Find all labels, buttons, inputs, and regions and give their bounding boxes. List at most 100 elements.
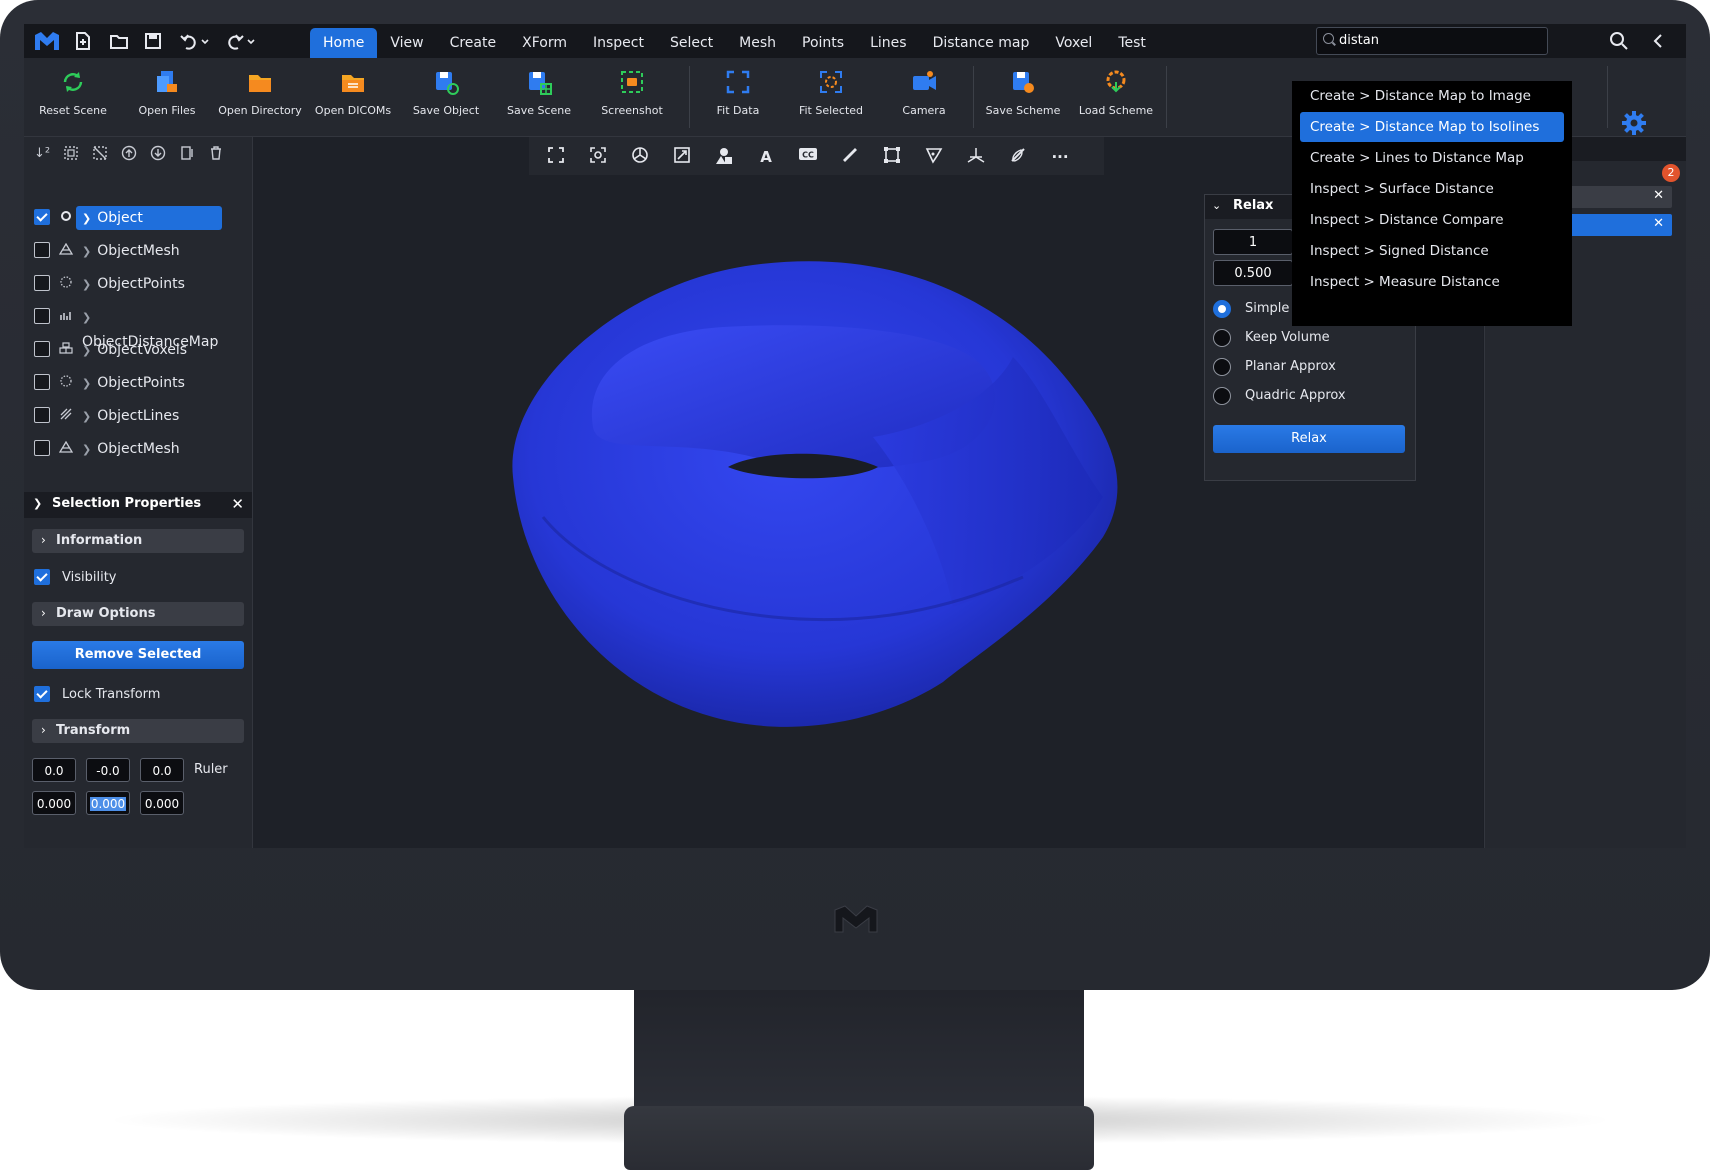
search-result-item[interactable]: Inspect > Surface Distance — [1300, 174, 1564, 204]
tree-item-label[interactable]: ❯ObjectDistanceMap — [76, 305, 222, 350]
iterations-field[interactable]: 1 — [1213, 229, 1293, 255]
save-object-button[interactable]: Save Object — [403, 64, 489, 130]
tree-item-label[interactable]: ❯ ObjectPoints — [76, 371, 222, 395]
translate-x-field[interactable]: 0.0 — [32, 758, 76, 782]
close-icon[interactable]: ✕ — [231, 495, 244, 513]
search-icon[interactable] — [1606, 28, 1632, 54]
tab-xform[interactable]: XForm — [509, 28, 580, 58]
expand-chevron-icon[interactable]: ❯ — [82, 245, 91, 258]
tree-item-label[interactable]: ❯ ObjectMesh — [76, 239, 222, 263]
expand-chevron-icon[interactable]: ❯ — [82, 344, 91, 357]
chevron-down-icon[interactable]: ⌄ — [1212, 199, 1221, 212]
tab-distance-map[interactable]: Distance map — [920, 28, 1043, 58]
translate-z-field[interactable]: 0.0 — [140, 758, 184, 782]
visibility-checkbox[interactable] — [34, 341, 50, 357]
search-result-item[interactable]: Create > Distance Map to Image — [1300, 81, 1564, 111]
screenshot-button[interactable]: Screenshot — [589, 64, 675, 130]
select-all-icon[interactable] — [62, 145, 80, 163]
search-field[interactable] — [1316, 27, 1548, 55]
open-folder-icon[interactable] — [108, 30, 130, 52]
scale-y-field[interactable]: 0.000 — [86, 791, 130, 815]
search-result-item[interactable]: Create > Lines to Distance Map — [1300, 143, 1564, 173]
fit-selection-icon[interactable] — [587, 146, 609, 168]
collapse-chevron-icon[interactable] — [1646, 28, 1672, 54]
tree-item-objectlines[interactable]: ❯ ObjectLines — [24, 403, 252, 429]
draw-options-section[interactable]: › Draw Options — [32, 602, 244, 626]
clipping-plane-icon[interactable] — [1007, 146, 1029, 168]
sort-icon[interactable]: ↓² — [33, 145, 51, 163]
option-planar-approx[interactable]: Planar Approx — [1213, 357, 1413, 379]
show-hide-icon[interactable] — [178, 145, 196, 163]
search-result-item[interactable]: Inspect > Measure Distance — [1300, 267, 1564, 297]
lock-transform-checkbox[interactable] — [34, 686, 50, 702]
load-scheme-button[interactable]: Load Scheme — [1073, 64, 1159, 130]
shapes-icon[interactable] — [713, 146, 735, 168]
trash-icon[interactable] — [207, 145, 225, 163]
tree-item-objectpoints[interactable]: ❯ ObjectPoints — [24, 271, 252, 297]
save-scheme-button[interactable]: Save Scheme — [980, 64, 1066, 130]
visibility-checkbox[interactable] — [34, 407, 50, 423]
tree-item-object[interactable]: ❯ Object — [24, 205, 252, 231]
search-input[interactable] — [1339, 31, 1539, 49]
expand-chevron-icon[interactable]: ❯ — [82, 278, 91, 291]
remove-selected-button[interactable]: Remove Selected — [32, 641, 244, 669]
move-down-icon[interactable] — [149, 145, 167, 163]
captions-icon[interactable]: CC — [797, 146, 819, 168]
relax-button[interactable]: Relax — [1213, 425, 1405, 453]
camera-button[interactable]: Camera — [881, 64, 967, 130]
tab-mesh[interactable]: Mesh — [726, 28, 789, 58]
fit-selected-button[interactable]: Fit Selected — [788, 64, 874, 130]
tree-item-label[interactable]: ❯ ObjectVoxels — [76, 338, 222, 362]
radio-button[interactable] — [1213, 329, 1231, 347]
tab-voxel[interactable]: Voxel — [1042, 28, 1105, 58]
fit-data-button[interactable]: Fit Data — [695, 64, 781, 130]
option-keep-volume[interactable]: Keep Volume — [1213, 328, 1413, 350]
bounding-box-icon[interactable] — [881, 146, 903, 168]
visibility-checkbox[interactable] — [34, 440, 50, 456]
ruler-icon[interactable] — [839, 146, 861, 168]
new-file-icon[interactable] — [72, 30, 94, 52]
settings-gear-icon[interactable] — [1621, 110, 1647, 136]
close-icon[interactable]: ✕ — [1653, 216, 1664, 231]
visibility-checkbox[interactable] — [34, 275, 50, 291]
open-files-button[interactable]: Open Files — [124, 64, 210, 130]
tab-lines[interactable]: Lines — [857, 28, 919, 58]
lock-transform-row[interactable]: Lock Transform — [24, 684, 252, 706]
move-up-icon[interactable] — [120, 145, 138, 163]
redo-icon[interactable] — [224, 30, 258, 52]
visibility-checkbox[interactable] — [34, 308, 50, 324]
scale-icon[interactable] — [671, 146, 693, 168]
open-directory-button[interactable]: Open Directory — [217, 64, 303, 130]
text-label-icon[interactable]: A — [755, 146, 777, 168]
save-icon[interactable] — [142, 30, 164, 52]
selection-properties-header[interactable]: ❯ Selection Properties ✕ — [24, 492, 252, 518]
axes-icon[interactable] — [965, 146, 987, 168]
tree-item-label[interactable]: ❯ Object — [76, 206, 222, 230]
close-icon[interactable]: ✕ — [1653, 188, 1664, 203]
tab-create[interactable]: Create — [437, 28, 510, 58]
annotation-icon[interactable] — [923, 146, 945, 168]
visibility-checkbox[interactable] — [34, 569, 50, 585]
expand-chevron-icon[interactable]: ❯ — [82, 377, 91, 390]
undo-icon[interactable] — [178, 30, 212, 52]
visibility-checkbox[interactable] — [34, 242, 50, 258]
tab-home[interactable]: Home — [310, 28, 378, 58]
tree-item-label[interactable]: ❯ ObjectMesh — [76, 437, 222, 461]
chevron-down-icon[interactable]: ❯ — [33, 497, 42, 510]
reset-scene-button[interactable]: Reset Scene — [30, 64, 116, 130]
view-orientation-icon[interactable] — [629, 146, 651, 168]
expand-chevron-icon[interactable]: ❯ — [82, 443, 91, 456]
option-quadric-approx[interactable]: Quadric Approx — [1213, 386, 1413, 408]
tree-item-objectmesh-2[interactable]: ❯ ObjectMesh — [24, 436, 252, 462]
expand-chevron-icon[interactable]: ❯ — [82, 410, 91, 423]
visibility-checkbox[interactable] — [34, 209, 50, 225]
fullscreen-icon[interactable] — [545, 146, 567, 168]
radio-button[interactable] — [1213, 387, 1231, 405]
search-result-item[interactable]: Inspect > Signed Distance — [1300, 236, 1564, 266]
tree-item-objectpoints-2[interactable]: ❯ ObjectPoints — [24, 370, 252, 396]
tab-select[interactable]: Select — [657, 28, 726, 58]
more-options-icon[interactable]: ··· — [1049, 146, 1071, 168]
translate-y-field[interactable]: -0.0 — [86, 758, 130, 782]
tree-item-objectvoxels[interactable]: ❯ ObjectVoxels — [24, 337, 252, 363]
tab-test[interactable]: Test — [1105, 28, 1159, 58]
